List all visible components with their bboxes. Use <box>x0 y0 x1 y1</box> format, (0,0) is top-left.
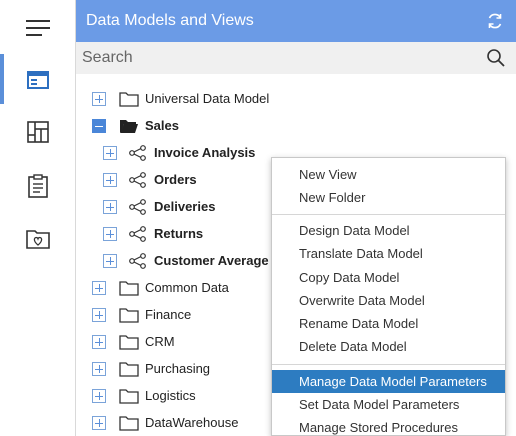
clipboard-report-icon <box>27 174 48 198</box>
collapse-icon[interactable] <box>92 118 106 133</box>
tree-item-finance[interactable]: Finance <box>92 301 191 328</box>
menu-separator <box>272 214 505 215</box>
data-models-button[interactable] <box>0 54 75 106</box>
context-menu: New View New Folder Design Data Model Tr… <box>271 157 506 436</box>
search-icon <box>487 49 505 67</box>
expand-icon[interactable] <box>92 361 106 376</box>
tree-item-sales[interactable]: Sales <box>92 112 179 139</box>
tree-item-common-data[interactable]: Common Data <box>92 274 229 301</box>
tree-item-universal-data-model[interactable]: Universal Data Model <box>92 85 269 112</box>
expand-icon[interactable] <box>103 172 117 187</box>
data-model-icon <box>128 225 148 242</box>
refresh-button[interactable] <box>474 0 516 42</box>
tree-item-invoice-analysis[interactable]: Invoice Analysis <box>103 139 255 166</box>
folder-icon <box>119 388 139 404</box>
left-rail <box>0 0 76 436</box>
favorites-button[interactable] <box>0 212 75 264</box>
tree-item-label: Customer Average R <box>154 253 282 268</box>
tree-item-label: Universal Data Model <box>145 91 270 106</box>
expand-icon[interactable] <box>92 280 106 295</box>
folder-icon <box>119 361 139 377</box>
hamburger-menu-button[interactable] <box>0 2 75 54</box>
dashboard-button[interactable] <box>0 106 75 158</box>
tree-item-label: Orders <box>154 172 197 187</box>
menu-item-design-data-model[interactable]: Design Data Model <box>272 219 505 242</box>
menu-item-rename-data-model[interactable]: Rename Data Model <box>272 312 505 335</box>
tree-item-purchasing[interactable]: Purchasing <box>92 355 210 382</box>
panel-title: Data Models and Views <box>86 12 254 29</box>
expand-icon[interactable] <box>92 334 106 349</box>
tree-item-customer-average[interactable]: Customer Average R <box>103 247 282 274</box>
tree-item-label: Invoice Analysis <box>154 145 256 160</box>
data-model-icon <box>128 198 148 215</box>
tree-item-label: Finance <box>145 307 192 322</box>
tree-item-label: Common Data <box>145 280 229 295</box>
tree-item-returns[interactable]: Returns <box>103 220 203 247</box>
tree-item-datawarehouse[interactable]: DataWarehouse <box>92 409 238 436</box>
expand-icon[interactable] <box>103 199 117 214</box>
menu-item-delete-data-model[interactable]: Delete Data Model <box>272 335 505 358</box>
panel-header: Data Models and Views <box>76 0 516 42</box>
data-models-icon <box>26 71 49 89</box>
tree-item-label: Purchasing <box>145 361 211 376</box>
hamburger-menu-icon <box>25 20 50 36</box>
expand-icon[interactable] <box>103 145 117 160</box>
folder-icon <box>119 334 139 350</box>
folder-icon <box>119 307 139 323</box>
favorites-folder-icon <box>25 230 50 249</box>
data-model-icon <box>128 144 148 161</box>
folder-icon <box>119 91 139 107</box>
expand-icon[interactable] <box>92 307 106 322</box>
folder-icon <box>119 415 139 431</box>
menu-item-new-folder[interactable]: New Folder <box>272 186 505 209</box>
expand-icon[interactable] <box>92 388 106 403</box>
data-model-icon <box>128 171 148 188</box>
menu-item-manage-stored-procedures[interactable]: Manage Stored Procedures <box>272 416 505 436</box>
tree-item-crm[interactable]: CRM <box>92 328 175 355</box>
expand-icon[interactable] <box>103 226 117 241</box>
search-button[interactable] <box>476 42 516 74</box>
tree-item-label: CRM <box>145 334 175 349</box>
menu-separator <box>272 364 505 365</box>
tree-item-deliveries[interactable]: Deliveries <box>103 193 215 220</box>
search-bar <box>76 42 516 74</box>
refresh-icon <box>488 13 502 29</box>
folder-icon <box>119 280 139 296</box>
tree-item-logistics[interactable]: Logistics <box>92 382 196 409</box>
dashboard-layout-icon <box>26 121 49 143</box>
open-folder-icon <box>119 118 139 134</box>
reports-button[interactable] <box>0 160 75 212</box>
menu-item-copy-data-model[interactable]: Copy Data Model <box>272 266 505 289</box>
tree-item-orders[interactable]: Orders <box>103 166 197 193</box>
menu-item-new-view[interactable]: New View <box>272 163 505 186</box>
menu-item-set-data-model-parameters[interactable]: Set Data Model Parameters <box>272 393 505 416</box>
tree-item-label: Returns <box>154 226 204 241</box>
expand-icon[interactable] <box>103 253 117 268</box>
tree-item-label: Deliveries <box>154 199 216 214</box>
tree-item-label: DataWarehouse <box>145 415 239 430</box>
expand-icon[interactable] <box>92 415 106 430</box>
menu-item-overwrite-data-model[interactable]: Overwrite Data Model <box>272 289 505 312</box>
menu-item-manage-data-model-parameters[interactable]: Manage Data Model Parameters <box>272 370 505 393</box>
tree-item-label: Sales <box>145 118 179 133</box>
data-model-icon <box>128 252 148 269</box>
expand-icon[interactable] <box>92 91 106 106</box>
menu-item-translate-data-model[interactable]: Translate Data Model <box>272 242 505 265</box>
search-input[interactable] <box>76 42 476 74</box>
tree-item-label: Logistics <box>145 388 196 403</box>
